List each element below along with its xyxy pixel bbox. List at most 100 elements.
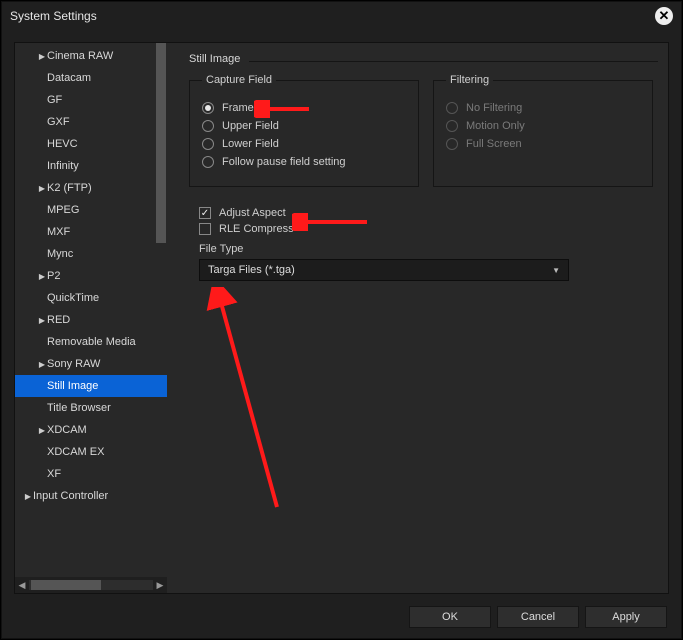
- radio-icon: [202, 120, 214, 132]
- tree-item[interactable]: ▶P2: [15, 265, 167, 287]
- radio-label: Lower Field: [222, 138, 279, 150]
- tree-item[interactable]: ▶Input Controller: [15, 485, 167, 507]
- settings-page: Still Image Capture Field Frame Upper Fi…: [179, 43, 668, 593]
- tree-item-label: Sony RAW: [47, 358, 100, 370]
- radio-icon: [202, 156, 214, 168]
- tree-item-label: Infinity: [47, 160, 79, 172]
- dialog-body: ▶Cinema RAWDatacamGFGXFHEVCInfinity▶K2 (…: [14, 42, 669, 594]
- tree-item-label: Cinema RAW: [47, 50, 113, 62]
- tree-item-label: MXF: [47, 226, 70, 238]
- tree-item[interactable]: Removable Media: [15, 331, 167, 353]
- tree-item[interactable]: GXF: [15, 111, 167, 133]
- settings-window: System Settings ✕ ▶Cinema RAWDatacamGFGX…: [1, 1, 682, 639]
- window-title: System Settings: [10, 9, 97, 23]
- radio-icon: [446, 120, 458, 132]
- tree-item[interactable]: ▶RED: [15, 309, 167, 331]
- tree-item[interactable]: Datacam: [15, 67, 167, 89]
- scrollbar-track[interactable]: [29, 580, 153, 590]
- dialog-footer: OK Cancel Apply: [409, 606, 667, 628]
- cancel-button[interactable]: Cancel: [497, 606, 579, 628]
- tree-item[interactable]: XF: [15, 463, 167, 485]
- tree-item[interactable]: HEVC: [15, 133, 167, 155]
- radio-icon: [446, 138, 458, 150]
- rle-compress-checkbox[interactable]: RLE Compress: [199, 223, 658, 235]
- vertical-scrollbar[interactable]: [154, 43, 167, 243]
- tree-item[interactable]: ▶Cinema RAW: [15, 45, 167, 67]
- settings-tree[interactable]: ▶Cinema RAWDatacamGFGXFHEVCInfinity▶K2 (…: [15, 43, 167, 577]
- button-label: OK: [442, 611, 458, 623]
- tree-item[interactable]: Still Image: [15, 375, 167, 397]
- radio-icon: [202, 102, 214, 114]
- adjust-aspect-checkbox[interactable]: ✓ Adjust Aspect: [199, 207, 658, 219]
- tree-item[interactable]: ▶K2 (FTP): [15, 177, 167, 199]
- caret-icon: ▶: [37, 272, 47, 281]
- button-label: Apply: [612, 611, 640, 623]
- radio-icon: [202, 138, 214, 150]
- apply-button[interactable]: Apply: [585, 606, 667, 628]
- button-label: Cancel: [521, 611, 555, 623]
- tree-item-label: K2 (FTP): [47, 182, 92, 194]
- horizontal-scrollbar[interactable]: ◀ ▶: [15, 577, 167, 593]
- tree-item-label: MPEG: [47, 204, 79, 216]
- scroll-right-icon[interactable]: ▶: [153, 578, 167, 592]
- caret-icon: ▶: [37, 52, 47, 61]
- tree-item-label: Mync: [47, 248, 73, 260]
- scroll-left-icon[interactable]: ◀: [15, 578, 29, 592]
- tree-item[interactable]: Infinity: [15, 155, 167, 177]
- sidebar: ▶Cinema RAWDatacamGFGXFHEVCInfinity▶K2 (…: [15, 43, 167, 593]
- tree-item-label: GF: [47, 94, 62, 106]
- checkbox-icon: ✓: [199, 207, 211, 219]
- caret-icon: ▶: [37, 426, 47, 435]
- checkbox-label: Adjust Aspect: [219, 207, 286, 219]
- scrollbar-thumb[interactable]: [31, 580, 101, 590]
- caret-icon: ▶: [23, 492, 33, 501]
- radio-label: Follow pause field setting: [222, 156, 346, 168]
- caret-icon: ▶: [37, 360, 47, 369]
- capture-field-legend: Capture Field: [202, 74, 276, 86]
- radio-upper-field[interactable]: Upper Field: [202, 120, 406, 132]
- tree-item[interactable]: Title Browser: [15, 397, 167, 419]
- tree-item[interactable]: Mync: [15, 243, 167, 265]
- chevron-down-icon: ▼: [552, 266, 560, 275]
- scrollbar-thumb[interactable]: [156, 43, 166, 243]
- tree-item-label: Input Controller: [33, 490, 108, 502]
- filtering-legend: Filtering: [446, 74, 493, 86]
- tree-item-label: GXF: [47, 116, 70, 128]
- caret-icon: ▶: [37, 184, 47, 193]
- radio-motion-only: Motion Only: [446, 120, 640, 132]
- radio-full-screen: Full Screen: [446, 138, 640, 150]
- tree-item[interactable]: MXF: [15, 221, 167, 243]
- tree-item[interactable]: QuickTime: [15, 287, 167, 309]
- tree-item-label: QuickTime: [47, 292, 99, 304]
- capture-field-group: Capture Field Frame Upper Field Lower Fi…: [189, 74, 419, 187]
- tree-item[interactable]: XDCAM EX: [15, 441, 167, 463]
- radio-label: Full Screen: [466, 138, 522, 150]
- tree-item-label: XF: [47, 468, 61, 480]
- radio-lower-field[interactable]: Lower Field: [202, 138, 406, 150]
- radio-label: Upper Field: [222, 120, 279, 132]
- ok-button[interactable]: OK: [409, 606, 491, 628]
- tree-item-label: Datacam: [47, 72, 91, 84]
- radio-label: Motion Only: [466, 120, 525, 132]
- tree-item[interactable]: MPEG: [15, 199, 167, 221]
- radio-follow-pause[interactable]: Follow pause field setting: [202, 156, 406, 168]
- caret-icon: ▶: [37, 316, 47, 325]
- checkbox-label: RLE Compress: [219, 223, 294, 235]
- tree-item-label: P2: [47, 270, 60, 282]
- tree-item-label: Removable Media: [47, 336, 136, 348]
- radio-label: Frame: [222, 102, 254, 114]
- tree-item-label: XDCAM: [47, 424, 87, 436]
- tree-item-label: RED: [47, 314, 70, 326]
- titlebar: System Settings ✕: [2, 2, 681, 30]
- radio-frame[interactable]: Frame: [202, 102, 406, 114]
- file-type-select[interactable]: Targa Files (*.tga) ▼: [199, 259, 569, 281]
- close-button[interactable]: ✕: [655, 7, 673, 25]
- tree-item[interactable]: ▶XDCAM: [15, 419, 167, 441]
- filtering-group: Filtering No Filtering Motion Only Full …: [433, 74, 653, 187]
- tree-item-label: Title Browser: [47, 402, 111, 414]
- radio-icon: [446, 102, 458, 114]
- radio-label: No Filtering: [466, 102, 522, 114]
- tree-item[interactable]: ▶Sony RAW: [15, 353, 167, 375]
- tree-item[interactable]: GF: [15, 89, 167, 111]
- radio-no-filtering: No Filtering: [446, 102, 640, 114]
